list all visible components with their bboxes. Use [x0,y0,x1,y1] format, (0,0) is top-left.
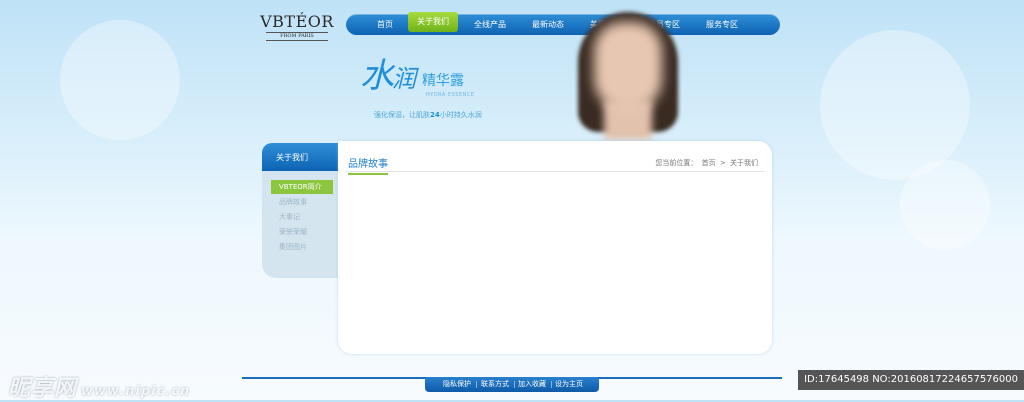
promo-banner: 水润 精华露 HYDRA ESSENCE 强化保湿，让肌肤24小时持久水润 [360,56,510,126]
logo-text: VBTÉOR [260,12,334,31]
footer-link-contact[interactable]: 联系方式 [481,377,509,392]
watermark-id: ID:17645498 NO:20160817224657576000 [798,370,1024,390]
promo-big-char: 水润 [360,56,416,96]
promo-tagline: 强化保湿，让肌肤24小时持久水润 [374,111,482,119]
content-title: 品牌故事 [348,155,388,175]
logo-subtext: FROM PARIS [266,32,328,41]
sidebar-item-honors[interactable]: 荣誉荣耀 [271,225,333,239]
sidebar: 关于我们 VBTEOR简介 品牌故事 大事记 荣誉荣耀 集团图片 [262,143,338,278]
nav-item-service[interactable]: 服务专区 [696,14,748,35]
sidebar-title: 关于我们 [262,143,338,171]
content-divider [346,171,764,172]
background-bokeh [820,30,970,180]
sidebar-item-brand-story[interactable]: 品牌故事 [271,195,333,209]
breadcrumb: 您当前位置： 首页 > 关于我们 [653,158,758,168]
content-panel: 品牌故事 您当前位置： 首页 > 关于我们 [338,141,772,354]
model-portrait [572,12,684,140]
breadcrumb-home[interactable]: 首页 [702,159,716,167]
sidebar-item-milestones[interactable]: 大事记 [271,210,333,224]
nav-item-about[interactable]: 关于我们 [408,12,458,32]
background-bokeh [60,20,180,140]
promo-title: 精华露 [422,73,464,89]
breadcrumb-prefix: 您当前位置： [655,159,698,167]
watermark-logo: 昵享网 www.nipic.cn [8,376,191,401]
nav-item-home[interactable]: 首页 [360,14,410,35]
sidebar-item-intro[interactable]: VBTEOR简介 [271,180,333,194]
nav-item-products[interactable]: 全线产品 [464,14,516,35]
nav-item-news[interactable]: 最新动态 [522,14,574,35]
footer-link-privacy[interactable]: 隐私保护 [443,377,471,392]
footer-link-set-home[interactable]: 设为主页 [555,377,583,392]
main-nav: 首页 关于我们 全线产品 最新动态 美丽分享 会员专区 服务专区 [346,12,780,35]
promo-english: HYDRA ESSENCE [426,92,475,98]
breadcrumb-current: 关于我们 [730,159,758,167]
footer-link-bookmark[interactable]: 加入收藏 [518,377,546,392]
sidebar-item-group-photos[interactable]: 集团图片 [271,240,333,254]
footer-links: 隐私保护 联系方式 加入收藏 设为主页 [425,377,599,392]
background-bokeh [900,160,990,250]
brand-logo[interactable]: VBTÉOR FROM PARIS [258,13,336,41]
breadcrumb-separator: > [719,159,726,167]
